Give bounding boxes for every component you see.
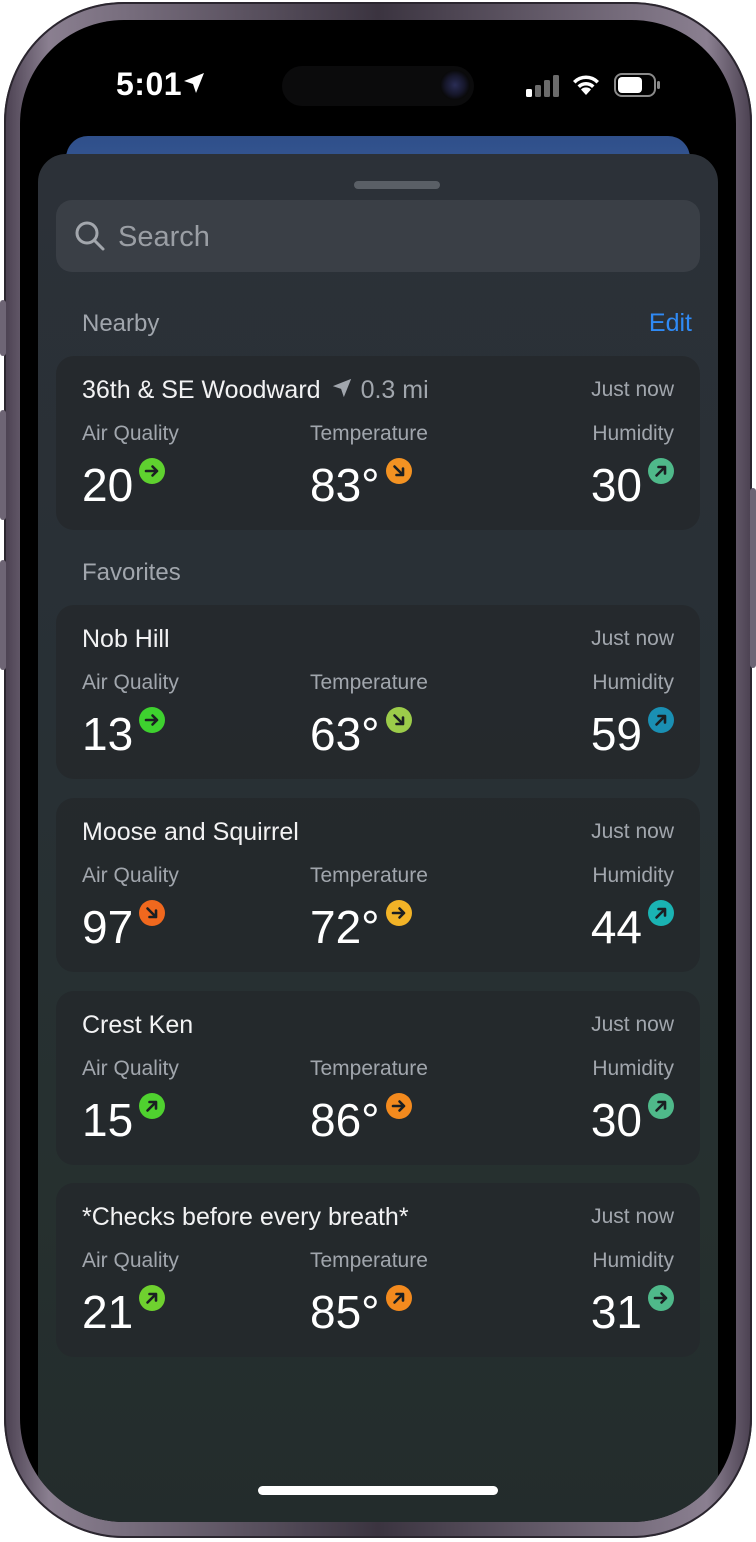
navigation-arrow-icon xyxy=(331,377,353,406)
humidity-number: 44 xyxy=(590,901,642,953)
temperature-value: 72° xyxy=(310,898,412,956)
status-time: 5:01 xyxy=(116,66,183,102)
home-indicator[interactable] xyxy=(258,1486,498,1495)
volume-down-button xyxy=(0,560,6,670)
air-quality-value: 97 xyxy=(82,898,166,956)
favorites-section-title: Favorites xyxy=(82,559,181,586)
trend-up-right-arrow-icon xyxy=(648,1093,674,1119)
air-quality-value: 15 xyxy=(82,1091,166,1149)
search-icon xyxy=(74,220,106,257)
air-quality-value: 13 xyxy=(82,705,166,763)
battery-icon xyxy=(614,73,662,102)
temperature-label: Temperature xyxy=(310,1057,428,1080)
humidity-label: Humidity xyxy=(592,1057,674,1080)
trend-up-right-arrow-icon xyxy=(648,458,674,484)
air-quality-label: Air Quality xyxy=(82,671,179,694)
volume-up-button xyxy=(0,410,6,520)
trend-down-right-arrow-icon xyxy=(385,458,412,484)
temperature-value: 85° xyxy=(310,1283,412,1341)
air-quality-number: 15 xyxy=(82,1094,134,1146)
updated-timestamp: Just now xyxy=(591,1205,674,1228)
status-bar: 5:01 xyxy=(20,20,736,140)
wifi-icon xyxy=(570,72,602,101)
trend-up-right-arrow-icon xyxy=(385,1285,412,1311)
humidity-label: Humidity xyxy=(592,671,674,694)
location-distance: 0.3 mi xyxy=(360,376,429,404)
temperature-label: Temperature xyxy=(310,864,428,887)
trend-right-arrow-icon xyxy=(648,1285,674,1311)
location-name: *Checks before every breath* xyxy=(82,1203,409,1231)
humidity-number: 30 xyxy=(590,459,642,511)
humidity-value: 30 xyxy=(591,1091,674,1149)
air-quality-value: 20 xyxy=(82,456,166,514)
screen: 5:01 Search Nearby Edit 36th & SE Woodwa… xyxy=(20,20,736,1522)
air-quality-value: 21 xyxy=(82,1283,166,1341)
humidity-value: 44 xyxy=(591,898,674,956)
favorite-location-card[interactable]: Nob Hill Just now Air Quality Temperatur… xyxy=(56,605,700,779)
edit-button[interactable]: Edit xyxy=(649,309,692,338)
temperature-value: 63° xyxy=(310,705,412,763)
humidity-label: Humidity xyxy=(592,1249,674,1272)
humidity-label: Humidity xyxy=(592,422,674,445)
power-button xyxy=(750,488,756,668)
air-quality-label: Air Quality xyxy=(82,1057,179,1080)
temperature-value: 86° xyxy=(310,1091,412,1149)
temperature-label: Temperature xyxy=(310,422,428,445)
favorite-location-card[interactable]: Crest Ken Just now Air Quality Temperatu… xyxy=(56,991,700,1165)
humidity-value: 59 xyxy=(591,705,674,763)
temperature-number: 72° xyxy=(310,901,380,953)
action-button xyxy=(0,300,6,356)
updated-timestamp: Just now xyxy=(591,627,674,650)
location-name: Moose and Squirrel xyxy=(82,818,299,846)
temperature-number: 63° xyxy=(310,708,380,760)
humidity-value: 31 xyxy=(591,1283,674,1341)
humidity-number: 30 xyxy=(590,1094,642,1146)
location-name: Crest Ken xyxy=(82,1011,194,1039)
temperature-value: 83° xyxy=(310,456,412,514)
trend-right-arrow-icon xyxy=(385,900,412,926)
updated-timestamp: Just now xyxy=(591,1013,674,1036)
location-name: 36th & SE Woodward 0.3 mi xyxy=(82,376,429,406)
temperature-label: Temperature xyxy=(310,1249,428,1272)
humidity-label: Humidity xyxy=(592,864,674,887)
humidity-number: 59 xyxy=(590,708,642,760)
search-bar[interactable] xyxy=(56,200,700,272)
air-quality-label: Air Quality xyxy=(82,864,179,887)
sheet-grabber[interactable] xyxy=(354,181,440,189)
nearby-location-card[interactable]: 36th & SE Woodward 0.3 mi Just now Air Qu… xyxy=(56,356,700,530)
trend-down-right-arrow-icon xyxy=(139,900,166,926)
cellular-signal-icon xyxy=(526,75,560,102)
temperature-number: 86° xyxy=(310,1094,380,1146)
location-name: Nob Hill xyxy=(82,625,170,653)
temperature-label: Temperature xyxy=(310,671,428,694)
trend-up-right-arrow-icon xyxy=(139,1093,166,1119)
temperature-number: 83° xyxy=(310,459,380,511)
trend-right-arrow-icon xyxy=(385,1093,412,1119)
trend-up-right-arrow-icon xyxy=(648,707,674,733)
favorite-location-card[interactable]: *Checks before every breath* Just now Ai… xyxy=(56,1183,700,1357)
trend-up-right-arrow-icon xyxy=(648,900,674,926)
favorite-location-card[interactable]: Moose and Squirrel Just now Air Quality … xyxy=(56,798,700,972)
trend-up-right-arrow-icon xyxy=(139,1285,166,1311)
search-input[interactable] xyxy=(116,210,680,264)
air-quality-label: Air Quality xyxy=(82,422,179,445)
nearby-section-title: Nearby xyxy=(82,310,160,337)
humidity-number: 31 xyxy=(590,1286,642,1338)
front-camera xyxy=(440,70,470,100)
updated-timestamp: Just now xyxy=(591,820,674,843)
air-quality-number: 97 xyxy=(82,901,134,953)
updated-timestamp: Just now xyxy=(591,378,674,401)
locations-sheet: Nearby Edit 36th & SE Woodward 0.3 mi Jus… xyxy=(38,154,718,1522)
trend-right-arrow-icon xyxy=(139,707,166,733)
location-services-icon xyxy=(182,71,206,100)
air-quality-label: Air Quality xyxy=(82,1249,179,1272)
location-name-text: 36th & SE Woodward xyxy=(82,376,321,404)
humidity-value: 30 xyxy=(591,456,674,514)
air-quality-number: 13 xyxy=(82,708,134,760)
trend-down-right-arrow-icon xyxy=(385,707,412,733)
temperature-number: 85° xyxy=(310,1286,380,1338)
trend-right-arrow-icon xyxy=(139,458,166,484)
air-quality-number: 21 xyxy=(82,1286,134,1338)
air-quality-number: 20 xyxy=(82,459,134,511)
